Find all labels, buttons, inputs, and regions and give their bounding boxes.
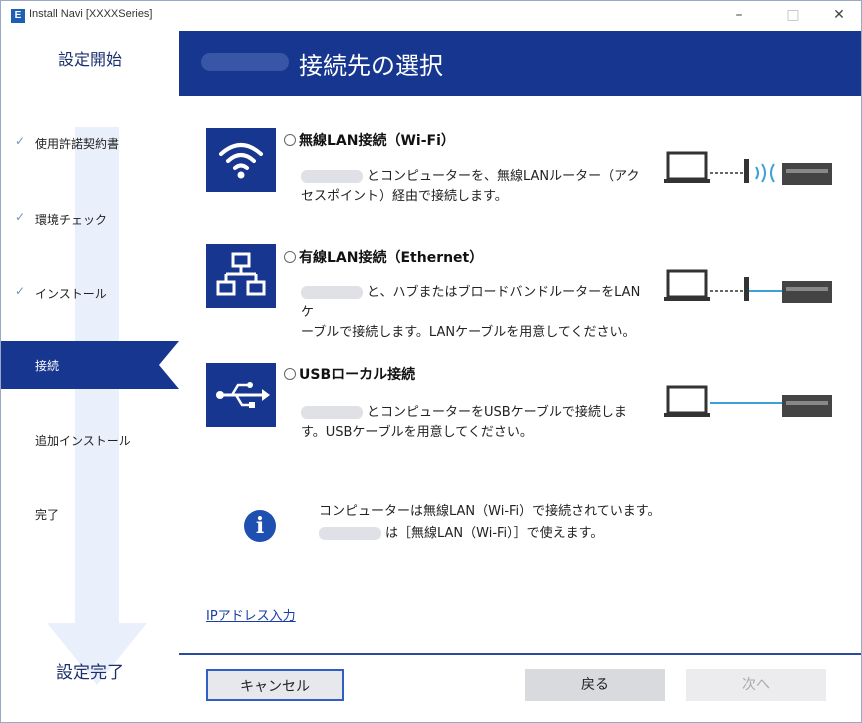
maximize-button[interactable]: □ <box>775 5 811 25</box>
cancel-button[interactable]: キャンセル <box>206 669 344 701</box>
step-complete: 完了 <box>1 490 179 538</box>
step-label: 接続 <box>35 359 60 373</box>
desc-line: とコンピューターをUSBケーブルで接続しま <box>367 405 627 420</box>
usb-icon <box>206 363 276 427</box>
option-title-ethernet[interactable]: 有線LAN接続（Ethernet） <box>299 247 483 267</box>
usb-connection-diagram <box>664 383 844 433</box>
step-label: 使用許諾契約書 <box>35 137 120 151</box>
page-header: 接続先の選択 <box>179 31 861 96</box>
option-title-usb[interactable]: USBローカル接続 <box>299 364 415 384</box>
setup-start-label: 設定開始 <box>57 50 122 69</box>
desc-line: セスポイント）経由で接続します。 <box>301 189 508 204</box>
option-desc-ethernet: と、ハブまたはブロードバンドルーターをLANケ ーブルで接続します。LANケーブ… <box>301 283 651 343</box>
ip-address-link[interactable]: IPアドレス入力 <box>206 605 296 624</box>
radio-wifi[interactable] <box>284 134 296 146</box>
check-icon: ✓ <box>15 134 26 148</box>
wifi-connection-diagram <box>664 149 844 199</box>
blurred-product-name <box>301 170 363 183</box>
option-desc-wifi: とコンピューターを、無線LANルーター（アク セスポイント）経由で接続します。 <box>301 167 651 207</box>
option-title-wifi[interactable]: 無線LAN接続（Wi-Fi） <box>299 130 455 150</box>
blurred-product-name <box>201 53 289 71</box>
wifi-icon <box>206 128 276 192</box>
desc-line: ーブルで接続します。LANケーブルを用意してください。 <box>301 325 636 340</box>
step-label: 完了 <box>35 508 60 522</box>
step-connection: 接続 <box>1 341 179 389</box>
info-line: コンピューターは無線LAN（Wi-Fi）で接続されています。 <box>319 504 661 519</box>
info-message: コンピューターは無線LAN（Wi-Fi）で接続されています。 は［無線LAN（W… <box>319 501 660 545</box>
title-bar: E Install Navi [XXXXSeries] – □ ✕ <box>1 1 861 29</box>
step-label: インストール <box>35 287 107 301</box>
back-button[interactable]: 戻る <box>525 669 665 701</box>
page-title: 接続先の選択 <box>299 52 443 80</box>
step-install: ✓ インストール <box>1 269 179 317</box>
check-icon: ✓ <box>15 284 26 298</box>
app-icon: E <box>11 9 25 23</box>
step-label: 追加インストール <box>35 434 131 448</box>
blurred-product-name <box>301 406 363 419</box>
blurred-product-name <box>301 286 363 299</box>
installer-window: E Install Navi [XXXXSeries] – □ ✕ 設定開始 ✓… <box>0 0 862 723</box>
blurred-product-name <box>319 527 381 540</box>
radio-usb[interactable] <box>284 368 296 380</box>
radio-ethernet[interactable] <box>284 251 296 263</box>
desc-line: す。USBケーブルを用意してください。 <box>301 425 533 440</box>
active-step-pointer <box>159 341 179 389</box>
info-line: は［無線LAN（Wi-Fi）］で使えます。 <box>385 526 604 541</box>
window-title: Install Navi [XXXXSeries] <box>29 8 153 20</box>
close-button[interactable]: ✕ <box>821 5 857 25</box>
info-icon: i <box>244 510 276 542</box>
desc-line: とコンピューターを、無線LANルーター（アク <box>367 169 640 184</box>
step-label: 環境チェック <box>35 213 108 227</box>
option-desc-usb: とコンピューターをUSBケーブルで接続しま す。USBケーブルを用意してください… <box>301 403 651 443</box>
step-sidebar: 設定開始 ✓ 使用許諾契約書 ✓ 環境チェック ✓ インストール 接続 追加イン… <box>1 31 179 722</box>
ethernet-connection-diagram <box>664 267 844 317</box>
setup-done-label: 設定完了 <box>56 663 124 683</box>
minimize-button[interactable]: – <box>721 5 757 25</box>
footer-divider <box>179 653 861 655</box>
step-environment-check: ✓ 環境チェック <box>1 195 179 243</box>
step-license: ✓ 使用許諾契約書 <box>1 119 179 167</box>
step-additional-install: 追加インストール <box>1 416 179 464</box>
ethernet-icon <box>206 244 276 308</box>
check-icon: ✓ <box>15 210 26 224</box>
next-button[interactable]: 次へ <box>686 669 826 701</box>
